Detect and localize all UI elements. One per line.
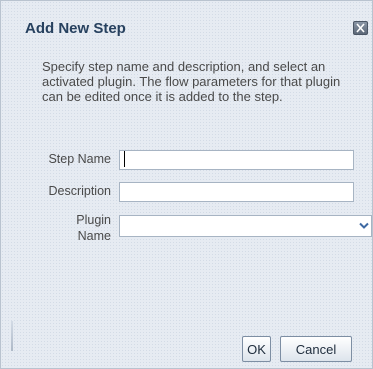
description-label: Description <box>48 184 111 198</box>
chevron-down-icon <box>359 222 369 229</box>
dialog-titlebar: Add New Step <box>1 1 372 41</box>
ok-button[interactable]: OK <box>242 336 271 362</box>
step-name-input[interactable] <box>119 150 354 170</box>
step-name-label: Step Name <box>48 152 111 166</box>
plugin-label-line1: Plugin <box>76 213 111 227</box>
plugin-label-line2: Name <box>77 229 111 243</box>
add-step-dialog: Add New Step Specify step name and descr… <box>0 0 373 369</box>
dialog-title: Add New Step <box>25 20 126 37</box>
text-caret <box>124 151 125 167</box>
plugin-dropdown-button[interactable] <box>357 216 371 236</box>
resize-edge <box>11 321 13 351</box>
description-input[interactable] <box>119 182 354 202</box>
cancel-button[interactable]: Cancel <box>280 336 352 362</box>
close-icon <box>356 23 365 33</box>
close-button[interactable] <box>353 21 368 35</box>
instructions-text: Specify step name and description, and s… <box>42 59 341 104</box>
plugin-name-select[interactable] <box>119 215 372 237</box>
plugin-name-label: Plugin Name <box>61 212 111 244</box>
